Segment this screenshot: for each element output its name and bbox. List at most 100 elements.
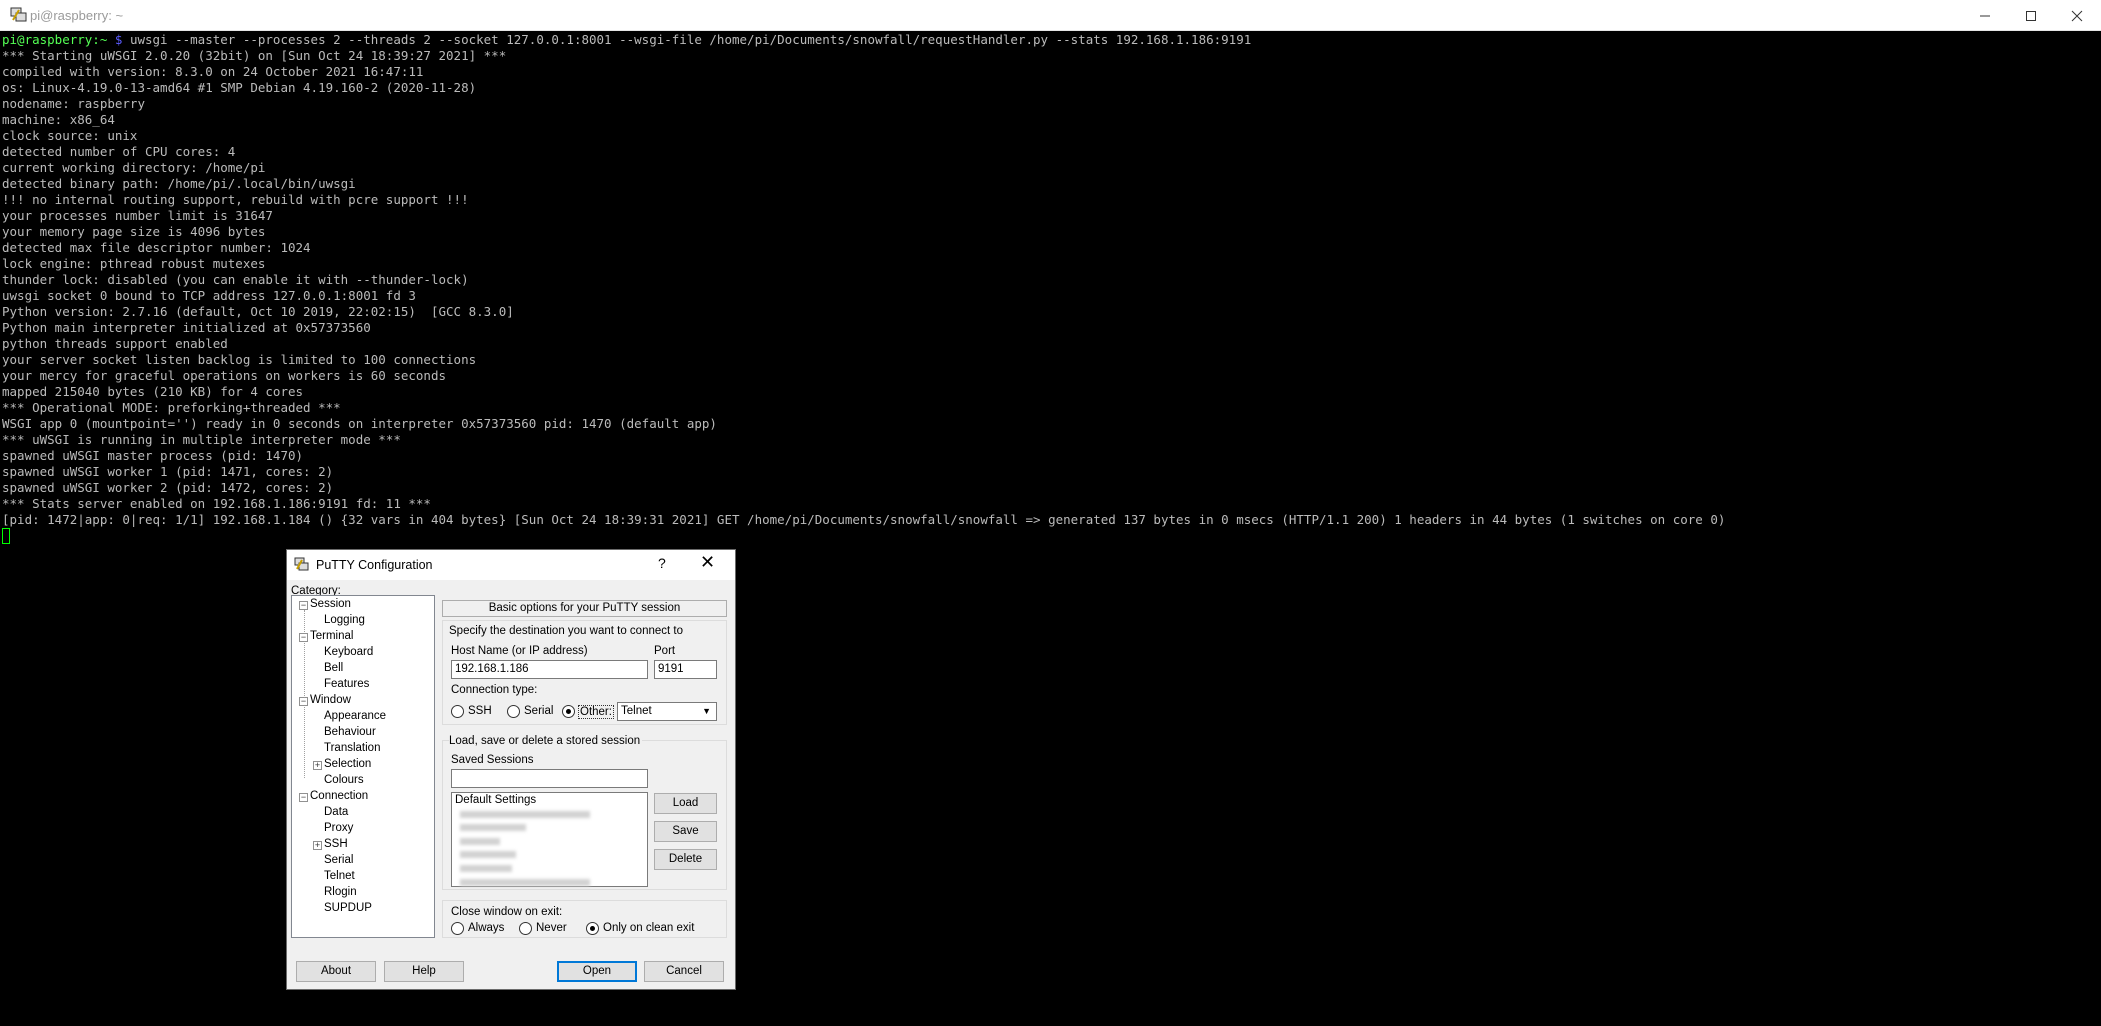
- close-never-label[interactable]: Never: [536, 922, 567, 934]
- delete-button[interactable]: Delete: [654, 849, 717, 870]
- log-line: os: Linux-4.19.0-13-amd64 #1 SMP Debian …: [2, 80, 477, 95]
- tree-item-keyboard[interactable]: Keyboard: [324, 646, 373, 658]
- session-blurred[interactable]: [460, 811, 590, 818]
- log-line: detected max file descriptor number: 102…: [2, 240, 311, 255]
- tree-item-bell[interactable]: Bell: [324, 662, 343, 674]
- log-line: current working directory: /home/pi: [2, 160, 266, 175]
- log-line: *** uWSGI is running in multiple interpr…: [2, 432, 401, 447]
- log-line: spawned uWSGI master process (pid: 1470): [2, 448, 304, 463]
- tree-item-ssh[interactable]: SSH: [324, 838, 348, 850]
- log-line: [pid: 1472|app: 0|req: 1/1] 192.168.1.18…: [2, 512, 1726, 527]
- open-button[interactable]: Open: [557, 961, 637, 982]
- tree-item-data[interactable]: Data: [324, 806, 348, 818]
- session-blurred[interactable]: [460, 838, 500, 845]
- tree-item-label: Translation: [324, 742, 381, 754]
- sessions-list[interactable]: Default Settings: [451, 792, 648, 887]
- tree-item-supdup[interactable]: SUPDUP: [324, 902, 372, 914]
- close-window-label: Close window on exit:: [451, 906, 563, 918]
- chevron-down-icon: ▼: [702, 706, 711, 716]
- tree-item-colours[interactable]: Colours: [324, 774, 364, 786]
- tree-item-label: SSH: [324, 838, 348, 850]
- serial-radio-label[interactable]: Serial: [524, 705, 553, 717]
- log-line: Python main interpreter initialized at 0…: [2, 320, 371, 335]
- close-always-label[interactable]: Always: [468, 922, 504, 934]
- tree-item-label: Bell: [324, 662, 344, 674]
- expand-icon[interactable]: +: [313, 761, 322, 770]
- putty-app-icon[interactable]: [10, 7, 28, 23]
- category-tree[interactable]: Session − Logging Terminal − Keyboard Bell Feat…: [291, 595, 435, 938]
- log-line: your mercy for graceful operations on wo…: [2, 368, 447, 383]
- tree-item-selection[interactable]: Selection: [324, 758, 371, 770]
- tree-item-behaviour[interactable]: Behaviour: [324, 726, 376, 738]
- port-input[interactable]: 9191: [654, 660, 717, 679]
- close-always-radio[interactable]: [451, 922, 464, 935]
- destination-label: Specify the destination you want to conn…: [449, 625, 683, 637]
- dialog-titlebar[interactable]: PuTTY Configuration ? ✕: [287, 550, 735, 580]
- ssh-radio[interactable]: [451, 705, 464, 718]
- tree-item-label: Appearance: [324, 710, 387, 722]
- tree-item-translation[interactable]: Translation: [324, 742, 380, 754]
- collapse-icon[interactable]: −: [299, 633, 308, 642]
- tree-item-label: SUPDUP: [324, 902, 372, 914]
- about-button[interactable]: About: [296, 961, 376, 982]
- tree-item-terminal[interactable]: Terminal: [310, 630, 353, 642]
- protocol-value: Telnet: [621, 705, 652, 717]
- tree-item-session[interactable]: Session: [310, 598, 351, 610]
- log-line: detected binary path: /home/pi/.local/bi…: [2, 176, 356, 191]
- session-blurred[interactable]: [460, 851, 516, 858]
- cancel-button[interactable]: Cancel: [644, 961, 724, 982]
- tree-item-features[interactable]: Features: [324, 678, 369, 690]
- session-default-settings[interactable]: Default Settings: [452, 793, 647, 808]
- tree-item-appearance[interactable]: Appearance: [324, 710, 386, 722]
- log-line: detected number of CPU cores: 4: [2, 144, 236, 159]
- load-button[interactable]: Load: [654, 793, 717, 814]
- tree-item-connection[interactable]: Connection: [310, 790, 368, 802]
- close-never-radio[interactable]: [519, 922, 532, 935]
- log-line: *** Operational MODE: preforking+threade…: [2, 400, 341, 415]
- maximize-icon[interactable]: [2007, 0, 2055, 31]
- host-name-input[interactable]: 192.168.1.186: [451, 660, 648, 679]
- other-radio[interactable]: [562, 705, 575, 718]
- dialog-close-icon[interactable]: ✕: [700, 552, 715, 573]
- log-line: Python version: 2.7.16 (default, Oct 10 …: [2, 304, 514, 319]
- help-button[interactable]: Help: [384, 961, 464, 982]
- log-line: *** Starting uWSGI 2.0.20 (32bit) on [Su…: [2, 48, 507, 63]
- session-blurred[interactable]: [460, 879, 590, 886]
- help-icon[interactable]: ?: [658, 555, 666, 571]
- log-line: lock engine: pthread robust mutexes: [2, 256, 266, 271]
- tree-item-telnet[interactable]: Telnet: [324, 870, 355, 882]
- serial-radio[interactable]: [507, 705, 520, 718]
- other-radio-label[interactable]: Other:: [578, 705, 614, 719]
- host-label: Host Name (or IP address): [451, 645, 588, 657]
- expand-icon[interactable]: +: [313, 841, 322, 850]
- session-blurred[interactable]: [460, 824, 526, 831]
- collapse-icon[interactable]: −: [299, 601, 308, 610]
- prompt-user: pi@raspberry:~: [2, 32, 108, 47]
- collapse-icon[interactable]: −: [299, 793, 308, 802]
- session-blurred[interactable]: [460, 865, 512, 872]
- close-icon[interactable]: [2053, 0, 2101, 31]
- tree-item-logging[interactable]: Logging: [324, 614, 365, 626]
- log-line: your processes number limit is 31647: [2, 208, 273, 223]
- tree-item-proxy[interactable]: Proxy: [324, 822, 353, 834]
- save-button[interactable]: Save: [654, 821, 717, 842]
- connection-type-label: Connection type:: [451, 684, 538, 696]
- tree-item-serial[interactable]: Serial: [324, 854, 353, 866]
- ssh-radio-label[interactable]: SSH: [468, 705, 492, 717]
- tree-item-rlogin[interactable]: Rlogin: [324, 886, 357, 898]
- log-line: your server socket listen backlog is lim…: [2, 352, 477, 367]
- close-clean-label[interactable]: Only on clean exit: [603, 922, 694, 934]
- saved-sessions-input[interactable]: [451, 769, 648, 788]
- tree-item-label: Rlogin: [324, 886, 357, 898]
- terminal-titlebar[interactable]: pi@raspberry: ~: [0, 0, 2101, 31]
- protocol-select[interactable]: Telnet ▼: [617, 702, 717, 721]
- close-clean-radio[interactable]: [586, 922, 599, 935]
- putty-config-dialog[interactable]: PuTTY Configuration ? ✕ Category: Sessio…: [286, 549, 736, 990]
- log-line: python threads support enabled: [2, 336, 228, 351]
- tree-item-window[interactable]: Window: [310, 694, 351, 706]
- collapse-icon[interactable]: −: [299, 697, 308, 706]
- minimize-icon[interactable]: [1961, 0, 2009, 31]
- log-line: nodename: raspberry: [2, 96, 145, 111]
- terminal-lines: pi@raspberry:~ $ uwsgi --master --proces…: [2, 32, 1725, 528]
- window-title: pi@raspberry: ~: [30, 8, 124, 23]
